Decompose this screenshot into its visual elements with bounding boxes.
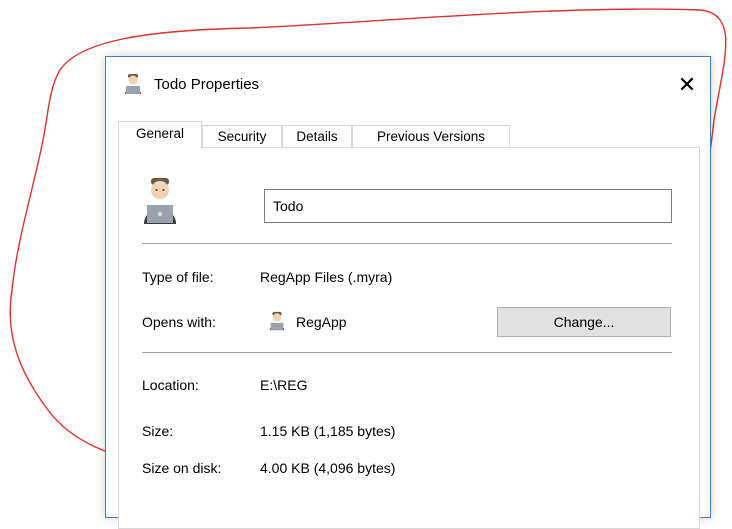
separator: [142, 352, 672, 353]
close-button[interactable]: ✕: [664, 65, 710, 105]
change-button[interactable]: Change...: [497, 307, 671, 337]
type-of-file-label: Type of file:: [142, 269, 214, 285]
opens-with-value: RegApp: [296, 314, 347, 330]
size-on-disk-label: Size on disk:: [142, 460, 222, 476]
type-of-file-value: RegApp Files (.myra): [260, 269, 393, 285]
opens-with-label: Opens with:: [142, 314, 216, 330]
separator: [142, 243, 672, 244]
size-on-disk-value: 4.00 KB (4,096 bytes): [260, 460, 396, 476]
file-name-input[interactable]: [264, 189, 672, 223]
person-at-laptop-icon: [269, 311, 285, 331]
size-label: Size:: [142, 423, 174, 439]
tab-details[interactable]: Details: [282, 125, 352, 147]
tab-security[interactable]: Security: [202, 125, 282, 147]
tab-previous-versions[interactable]: Previous Versions: [352, 125, 510, 147]
person-at-laptop-icon: [144, 178, 176, 224]
size-value: 1.15 KB (1,185 bytes): [260, 423, 396, 439]
location-label: Location:: [142, 377, 199, 393]
location-value: E:\REG: [260, 377, 308, 393]
tab-general[interactable]: General: [118, 121, 202, 148]
properties-dialog: Todo Properties ✕ General Security Detai…: [105, 56, 711, 529]
close-icon: ✕: [677, 72, 697, 97]
window-title: Todo Properties: [154, 76, 260, 93]
person-at-laptop-icon: [125, 74, 141, 94]
title-bar: Todo Properties ✕: [106, 57, 710, 113]
